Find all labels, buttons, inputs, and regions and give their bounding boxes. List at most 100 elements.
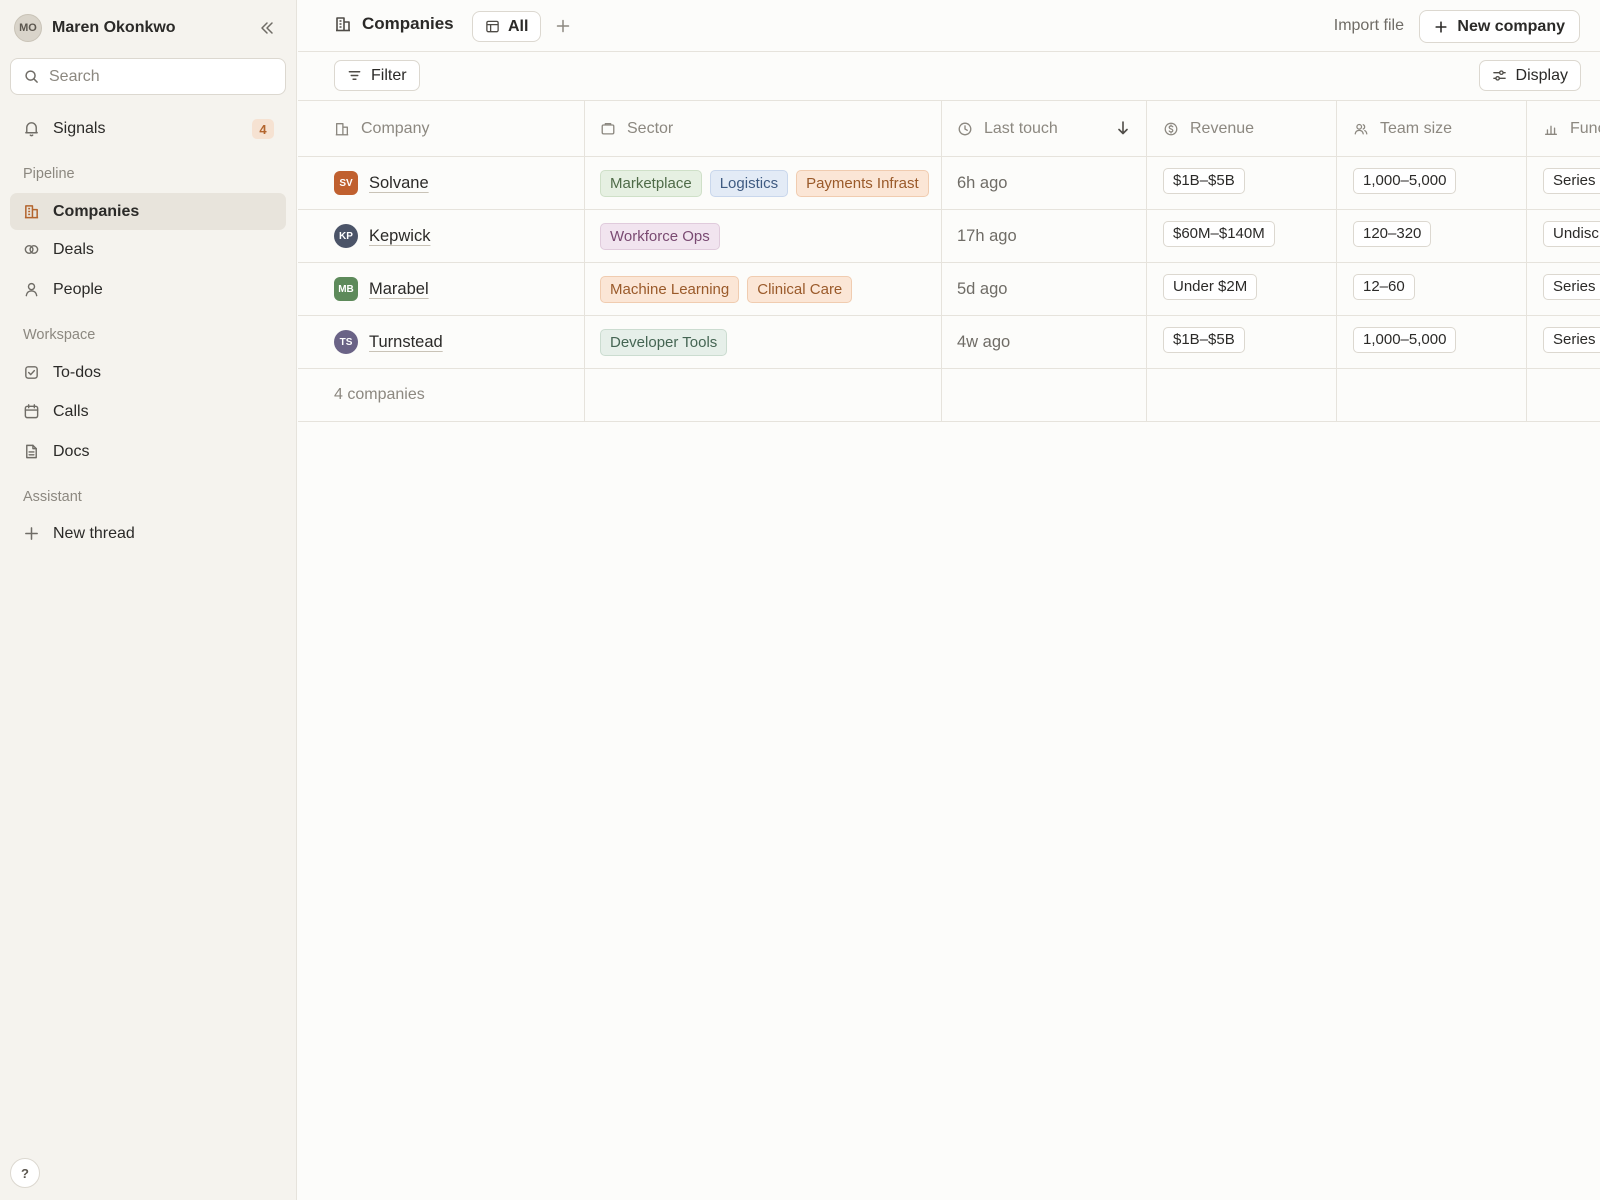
sidebar-item-new-thread[interactable]: New thread bbox=[10, 515, 286, 552]
sliders-icon bbox=[1492, 68, 1507, 83]
last-touch-cell[interactable]: 4w ago bbox=[942, 316, 1147, 368]
column-label: Team size bbox=[1380, 119, 1453, 137]
footer-cell bbox=[585, 369, 942, 421]
filter-button[interactable]: Filter bbox=[334, 60, 420, 91]
last-touch-cell[interactable]: 17h ago bbox=[942, 210, 1147, 262]
sidebar-item-label: Signals bbox=[53, 119, 106, 137]
table-footer: 4 companies bbox=[298, 369, 1600, 422]
company-logo: SV bbox=[334, 171, 358, 195]
filter-icon bbox=[347, 68, 362, 83]
plus-icon bbox=[1434, 20, 1448, 34]
building-icon bbox=[334, 15, 352, 33]
team-size-cell[interactable]: 1,000–5,000 bbox=[1337, 316, 1527, 368]
company-link[interactable]: Turnstead bbox=[369, 333, 443, 352]
clock-icon bbox=[957, 121, 973, 137]
display-button[interactable]: Display bbox=[1478, 60, 1581, 91]
company-cell: KP Kepwick bbox=[298, 210, 585, 262]
footer-cell bbox=[1527, 369, 1600, 421]
new-company-label: New company bbox=[1457, 17, 1565, 35]
team-size-value: 1,000–5,000 bbox=[1353, 326, 1457, 353]
sidebar-item-label: Deals bbox=[53, 240, 94, 258]
company-logo: KP bbox=[334, 224, 358, 248]
calendar-icon bbox=[23, 403, 40, 420]
revenue-cell[interactable]: $1B–$5B bbox=[1147, 316, 1337, 368]
dollar-circle-icon bbox=[1163, 121, 1179, 137]
search-box[interactable] bbox=[10, 58, 286, 95]
funding-cell[interactable]: Undisc bbox=[1527, 210, 1600, 262]
sidebar-item-deals[interactable]: Deals bbox=[10, 231, 286, 268]
tab-label: All bbox=[508, 17, 529, 35]
column-label: Revenue bbox=[1190, 119, 1255, 137]
display-label: Display bbox=[1515, 66, 1568, 84]
funding-cell[interactable]: Series bbox=[1527, 316, 1600, 368]
table-row[interactable]: SV Solvane Marketplace Logistics Payments … bbox=[298, 157, 1600, 210]
new-company-button[interactable]: New company bbox=[1419, 10, 1580, 43]
collapse-sidebar-icon[interactable] bbox=[256, 17, 278, 39]
footer-cell: 4 companies bbox=[298, 369, 585, 421]
checkbox-icon bbox=[23, 364, 40, 381]
sector-cell[interactable]: Machine Learning Clinical Care bbox=[585, 263, 942, 315]
sidebar-item-docs[interactable]: Docs bbox=[10, 433, 286, 470]
funding-value: Series bbox=[1543, 273, 1600, 300]
last-touch-cell[interactable]: 6h ago bbox=[942, 157, 1147, 209]
sidebar-item-label: Calls bbox=[53, 402, 89, 420]
team-size-cell[interactable]: 120–320 bbox=[1337, 210, 1527, 262]
table-row[interactable]: MB Marabel Machine Learning Clinical Care… bbox=[298, 263, 1600, 316]
import-file-button[interactable]: Import file bbox=[1334, 17, 1404, 35]
sidebar-item-people[interactable]: People bbox=[10, 271, 286, 308]
company-link[interactable]: Kepwick bbox=[369, 227, 430, 246]
table-row[interactable]: KP Kepwick Workforce Ops 17h ago $60M–$1… bbox=[298, 210, 1600, 263]
revenue-cell[interactable]: Under $2M bbox=[1147, 263, 1337, 315]
table-row[interactable]: TS Turnstead Developer Tools 4w ago $1B–… bbox=[298, 316, 1600, 369]
person-icon bbox=[23, 281, 40, 298]
sector-tag: Marketplace bbox=[600, 169, 702, 197]
main-content: Companies All Import file New company Fi… bbox=[298, 0, 1600, 1200]
user-switcher[interactable]: MO Maren Okonkwo bbox=[14, 13, 282, 43]
team-size-value: 120–320 bbox=[1353, 220, 1432, 247]
funding-cell[interactable]: Series bbox=[1527, 263, 1600, 315]
user-name: Maren Okonkwo bbox=[52, 19, 176, 36]
last-touch-cell[interactable]: 5d ago bbox=[942, 263, 1147, 315]
sidebar-item-label: To-dos bbox=[53, 363, 102, 381]
toolbar: Filter Display bbox=[298, 52, 1600, 101]
column-header-revenue[interactable]: Revenue bbox=[1147, 101, 1337, 156]
revenue-cell[interactable]: $60M–$140M bbox=[1147, 210, 1337, 262]
help-button[interactable]: ? bbox=[10, 1158, 40, 1188]
column-header-sector[interactable]: Sector bbox=[585, 101, 942, 156]
section-label-workspace: Workspace bbox=[23, 327, 96, 343]
column-header-funding[interactable]: Func bbox=[1527, 101, 1600, 156]
column-header-company[interactable]: Company bbox=[298, 101, 585, 156]
sidebar-item-companies[interactable]: Companies bbox=[10, 193, 286, 230]
revenue-value: $1B–$5B bbox=[1163, 167, 1245, 194]
sector-tag: Logistics bbox=[709, 169, 789, 197]
revenue-cell[interactable]: $1B–$5B bbox=[1147, 157, 1337, 209]
deals-icon bbox=[23, 241, 40, 258]
company-link[interactable]: Solvane bbox=[369, 174, 429, 193]
last-touch-value: 4w ago bbox=[957, 332, 1011, 351]
column-label: Company bbox=[361, 119, 430, 137]
team-size-cell[interactable]: 1,000–5,000 bbox=[1337, 157, 1527, 209]
sector-cell[interactable]: Workforce Ops bbox=[585, 210, 942, 262]
company-cell: TS Turnstead bbox=[298, 316, 585, 368]
section-label-pipeline: Pipeline bbox=[23, 166, 75, 182]
page-title-group: Companies bbox=[334, 14, 454, 34]
company-logo: MB bbox=[334, 277, 358, 301]
tab-all[interactable]: All bbox=[472, 11, 542, 42]
sector-cell[interactable]: Developer Tools bbox=[585, 316, 942, 368]
sidebar-item-todos[interactable]: To-dos bbox=[10, 354, 286, 391]
sidebar-item-signals[interactable]: Signals 4 bbox=[10, 110, 286, 147]
column-header-last-touch[interactable]: Last touch bbox=[942, 101, 1147, 156]
sidebar-item-calls[interactable]: Calls bbox=[10, 393, 286, 430]
sector-cell[interactable]: Marketplace Logistics Payments Infrast bbox=[585, 157, 942, 209]
add-view-icon[interactable] bbox=[553, 16, 573, 36]
page-title: Companies bbox=[362, 14, 454, 33]
column-header-team-size[interactable]: Team size bbox=[1337, 101, 1527, 156]
sector-tag: Workforce Ops bbox=[600, 222, 720, 250]
last-touch-value: 6h ago bbox=[957, 173, 1008, 192]
team-icon bbox=[1353, 121, 1369, 137]
team-size-cell[interactable]: 12–60 bbox=[1337, 263, 1527, 315]
sort-descending-icon[interactable] bbox=[1116, 120, 1130, 136]
company-link[interactable]: Marabel bbox=[369, 280, 429, 299]
funding-cell[interactable]: Series bbox=[1527, 157, 1600, 209]
search-input[interactable] bbox=[49, 67, 269, 86]
